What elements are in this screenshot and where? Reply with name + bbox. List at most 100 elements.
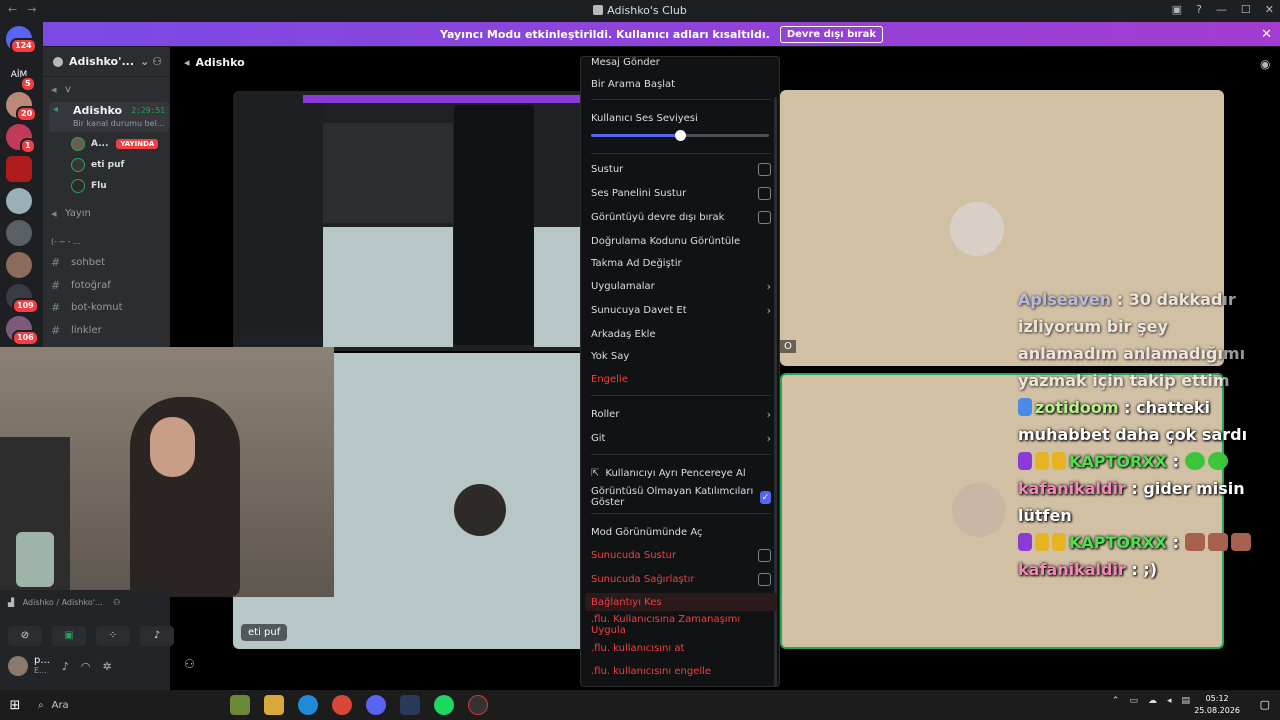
close-window-icon[interactable]: ✕	[1265, 3, 1274, 16]
volume-icon[interactable]: ◂	[1167, 696, 1172, 706]
checkbox[interactable]	[758, 572, 771, 586]
voice-channel-yayin[interactable]: ◂ Yayın	[51, 207, 91, 220]
webcam-overlay	[0, 347, 334, 597]
close-icon[interactable]: ✕	[1261, 27, 1272, 42]
voice-connection-info: ▟ Adishko / Adishko'... ⚇	[8, 598, 121, 607]
server-icon[interactable]	[6, 220, 32, 246]
menu-separator	[591, 153, 771, 154]
text-channel-linkler[interactable]: # linkler	[51, 324, 102, 337]
menu-change-nickname[interactable]: Takma Ad Değiştir	[591, 254, 771, 272]
menu-send-message[interactable]: Mesaj Gönder	[591, 57, 771, 71]
activities-icon[interactable]: ⁘	[96, 626, 130, 646]
display-icon[interactable]: ▭	[1129, 696, 1138, 706]
menu-start-call[interactable]: Bir Arama Başlat	[591, 75, 771, 93]
streamer-mode-banner: Yayıncı Modu etkinleştirildi. Kullanıcı …	[43, 22, 1280, 46]
crown-badge-icon	[1052, 533, 1066, 551]
banner-text: Yayıncı Modu etkinleştirildi. Kullanıcı …	[439, 27, 770, 41]
checkbox[interactable]	[758, 548, 771, 562]
notifications-icon[interactable]: ▢	[1260, 698, 1270, 711]
game-app-icon[interactable]	[230, 695, 250, 715]
menu-ban-user[interactable]: .flu. kullanıcısını engelle	[591, 662, 771, 680]
cloud-icon[interactable]: ☁	[1148, 696, 1157, 706]
app-icon[interactable]	[468, 695, 488, 715]
add-user-icon[interactable]: ⚇	[152, 55, 162, 68]
volume-slider[interactable]	[591, 130, 769, 141]
app-icon[interactable]	[400, 695, 420, 715]
network-icon[interactable]: ▤	[1181, 696, 1190, 706]
camera-off-icon[interactable]: ⊘	[8, 626, 42, 646]
chrome-browser-icon[interactable]	[332, 695, 352, 715]
voice-member[interactable]: eti puf	[71, 158, 124, 172]
settings-gear-icon[interactable]: ✲	[103, 660, 112, 673]
speaker-icon: ◂	[53, 104, 59, 115]
spotify-app-icon[interactable]	[434, 695, 454, 715]
text-channel-bot-komut[interactable]: # bot-komut	[51, 301, 123, 314]
windows-start-icon[interactable]: ⊞	[0, 698, 30, 713]
server-icon[interactable]	[6, 252, 32, 278]
menu-disable-video[interactable]: Görüntüyü devre dışı bırak	[591, 208, 771, 226]
sub-badge-icon	[1018, 533, 1032, 551]
menu-mute-soundboard[interactable]: Ses Panelini Sustur	[591, 184, 771, 202]
window-title: Adishko's Club	[0, 4, 1280, 17]
add-person-icon[interactable]: ⚇	[184, 657, 195, 671]
checkbox[interactable]	[758, 186, 771, 200]
menu-timeout-user[interactable]: .flu. Kullanıcısına Zamanaşımı Uygula	[591, 614, 771, 636]
discord-app-icon[interactable]	[366, 695, 386, 715]
taskbar-search[interactable]: ⌕ Ara	[30, 690, 190, 720]
volume-slider-handle[interactable]	[675, 130, 686, 141]
user-panel: ▟ Adishko / Adishko'... ⚇ ⊘ ▣ ⁘ ♪ p... E…	[0, 590, 174, 690]
inbox-icon[interactable]: ▣	[1172, 3, 1182, 16]
server-icon[interactable]	[6, 188, 32, 214]
checkbox[interactable]	[758, 162, 771, 176]
menu-verification-code[interactable]: Doğrulama Kodunu Görüntüle	[591, 232, 771, 250]
live-badge: YAYINDA	[116, 139, 159, 149]
server-icon[interactable]	[6, 156, 32, 182]
menu-apps[interactable]: Uygulamalar ›	[591, 277, 771, 295]
text-channel-fotograf[interactable]: # fotoğraf	[51, 279, 111, 292]
collapsed-category[interactable]: ◂ v	[51, 83, 71, 96]
menu-mute[interactable]: Sustur	[591, 160, 771, 178]
guild-header[interactable]: Adishko'... ⌄ ⚇	[43, 47, 170, 77]
menu-kick-user[interactable]: .flu. kullanıcısını at	[591, 639, 771, 657]
menu-block[interactable]: Engelle	[591, 370, 771, 388]
unread-badge: 124	[10, 38, 37, 54]
screen-share-icon[interactable]: ▣	[52, 626, 86, 646]
menu-invite-to-server[interactable]: Sunucuya Davet Et ›	[591, 301, 771, 319]
edge-browser-icon[interactable]	[298, 695, 318, 715]
soundboard-icon[interactable]: ♪	[140, 626, 174, 646]
nested-menu	[454, 105, 534, 345]
text-channel-sohbet[interactable]: # sohbet	[51, 256, 105, 269]
chat-message: Aplseaven : 30 dakkadır izliyorum bir şe…	[1018, 290, 1246, 390]
checkbox[interactable]	[758, 210, 771, 224]
chevron-up-icon[interactable]: ⌃	[1112, 696, 1120, 706]
minimize-icon[interactable]: —	[1216, 3, 1227, 16]
menu-add-friend[interactable]: Arkadaş Ekle	[591, 325, 771, 343]
file-explorer-icon[interactable]	[264, 695, 284, 715]
avatar[interactable]	[8, 656, 28, 676]
voice-channel-active[interactable]: ◂ Adishko 2:29:51 Bir kanal durumu bel..…	[49, 102, 169, 132]
taskbar-clock[interactable]: 05:12 25.08.2026	[1194, 693, 1240, 717]
menu-disconnect[interactable]: Bağlantıyı Kes	[585, 593, 777, 611]
maximize-icon[interactable]: ☐	[1241, 3, 1251, 16]
menu-server-mute[interactable]: Sunucuda Sustur	[591, 546, 771, 564]
menu-show-non-video[interactable]: Görüntüsü Olmayan Katılımcıları Göster ✓	[591, 486, 771, 508]
disable-streamer-mode-button[interactable]: Devre dışı bırak	[779, 25, 884, 43]
account-name: p... E...	[34, 655, 50, 676]
headphones-icon[interactable]: ◠	[81, 660, 91, 673]
emote-icon	[1184, 533, 1205, 551]
menu-popout-user[interactable]: ⇱ Kullanıcıyı Ayrı Pencereye Al	[591, 464, 771, 482]
menu-mod-view[interactable]: Mod Görünümünde Aç	[591, 523, 771, 541]
checkbox-checked[interactable]: ✓	[759, 490, 771, 504]
chat-message: KAPTORXX :	[1018, 529, 1268, 556]
help-icon[interactable]: ?	[1196, 3, 1202, 16]
menu-ignore[interactable]: Yok Say	[591, 347, 771, 365]
menu-server-deafen[interactable]: Sunucuda Sağırlaştır	[591, 570, 771, 588]
voice-member[interactable]: A... YAYINDA	[71, 137, 159, 151]
disconnect-icon[interactable]: ⚇	[113, 598, 120, 607]
voice-member[interactable]: Flu	[71, 179, 107, 193]
menu-roles[interactable]: Roller ›	[591, 405, 771, 423]
menu-move-to[interactable]: Git ›	[591, 429, 771, 447]
microphone-icon[interactable]: ♪	[62, 660, 69, 673]
chat-bubble-icon[interactable]: ◉	[1260, 57, 1270, 71]
speaker-icon: ◂	[51, 83, 57, 96]
